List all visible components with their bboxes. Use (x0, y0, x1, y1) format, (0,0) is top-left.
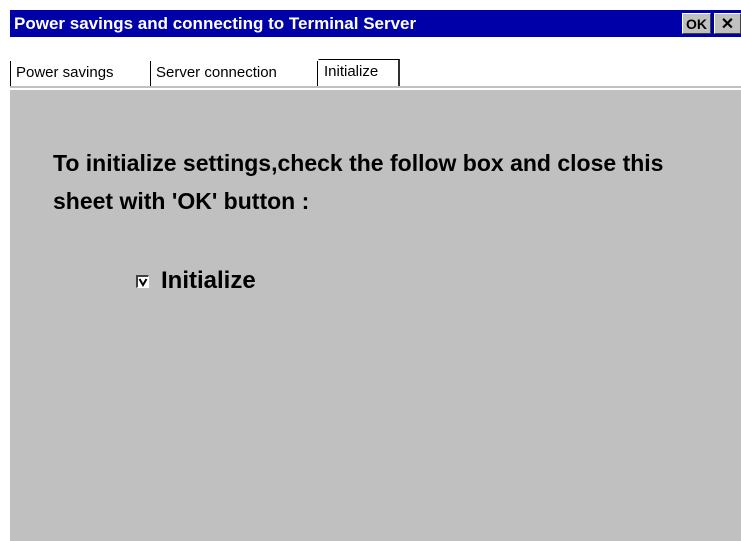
tab-initialize[interactable]: Initialize (318, 59, 400, 86)
window-title: Power savings and connecting to Terminal… (14, 14, 417, 33)
close-icon: ✕ (720, 16, 735, 33)
ok-button[interactable]: OK (682, 13, 711, 34)
tab-server-connection[interactable]: Server connection (151, 61, 318, 86)
checkmark-icon (138, 277, 148, 287)
title-bar: Power savings and connecting to Terminal… (10, 10, 741, 37)
tab-power-savings[interactable]: Power savings (10, 61, 151, 86)
close-button[interactable]: ✕ (714, 13, 741, 34)
tab-panel-initialize: To initialize settings,check the follow … (10, 90, 741, 541)
dialog-window: Power savings and connecting to Terminal… (10, 10, 741, 541)
tab-divider (10, 86, 741, 88)
initialize-checkbox-label: Initialize (161, 267, 256, 294)
initialize-checkbox-row[interactable]: Initialize (136, 266, 256, 296)
initialize-checkbox[interactable] (136, 274, 149, 288)
tab-strip: Power savings Server connection Initiali… (10, 37, 741, 90)
instructions-text: To initialize settings,check the follow … (53, 150, 664, 214)
